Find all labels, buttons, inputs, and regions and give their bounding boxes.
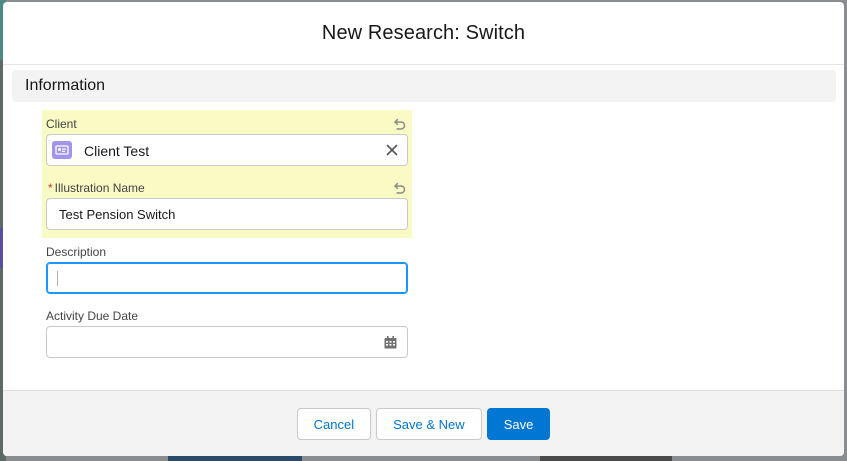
illustration-name-label: * Illustration Name: [48, 181, 145, 195]
modal-title: New Research: Switch: [321, 21, 526, 44]
activity-due-date-input[interactable]: [46, 326, 408, 358]
description-label: Description: [46, 245, 107, 259]
contact-card-icon: [52, 141, 72, 159]
section-title: Information: [25, 77, 106, 94]
description-input[interactable]: [46, 262, 408, 294]
modal-header: New Research: Switch: [3, 2, 844, 65]
close-icon[interactable]: [385, 143, 399, 157]
new-research-modal: New Research: Switch Information Client …: [3, 2, 844, 456]
calendar-icon[interactable]: [384, 336, 397, 349]
text-caret: [57, 271, 58, 286]
client-value: Client Test: [84, 143, 150, 159]
client-label: Client: [46, 117, 77, 131]
save-and-new-button[interactable]: Save & New: [376, 408, 482, 440]
modal-footer: Cancel Save & New Save: [3, 390, 844, 456]
save-button[interactable]: Save: [486, 408, 551, 440]
client-lookup[interactable]: Client Test: [46, 134, 408, 166]
illustration-name-value: Test Pension Switch: [59, 207, 176, 222]
activity-due-date-label: Activity Due Date: [46, 309, 139, 323]
required-marker: *: [48, 181, 53, 195]
undo-icon[interactable]: [392, 181, 406, 195]
undo-icon[interactable]: [392, 117, 406, 131]
cancel-button[interactable]: Cancel: [296, 408, 372, 440]
section-information[interactable]: Information: [12, 70, 836, 102]
illustration-name-input[interactable]: Test Pension Switch: [46, 198, 408, 230]
illustration-name-label-text: Illustration Name: [54, 181, 145, 195]
